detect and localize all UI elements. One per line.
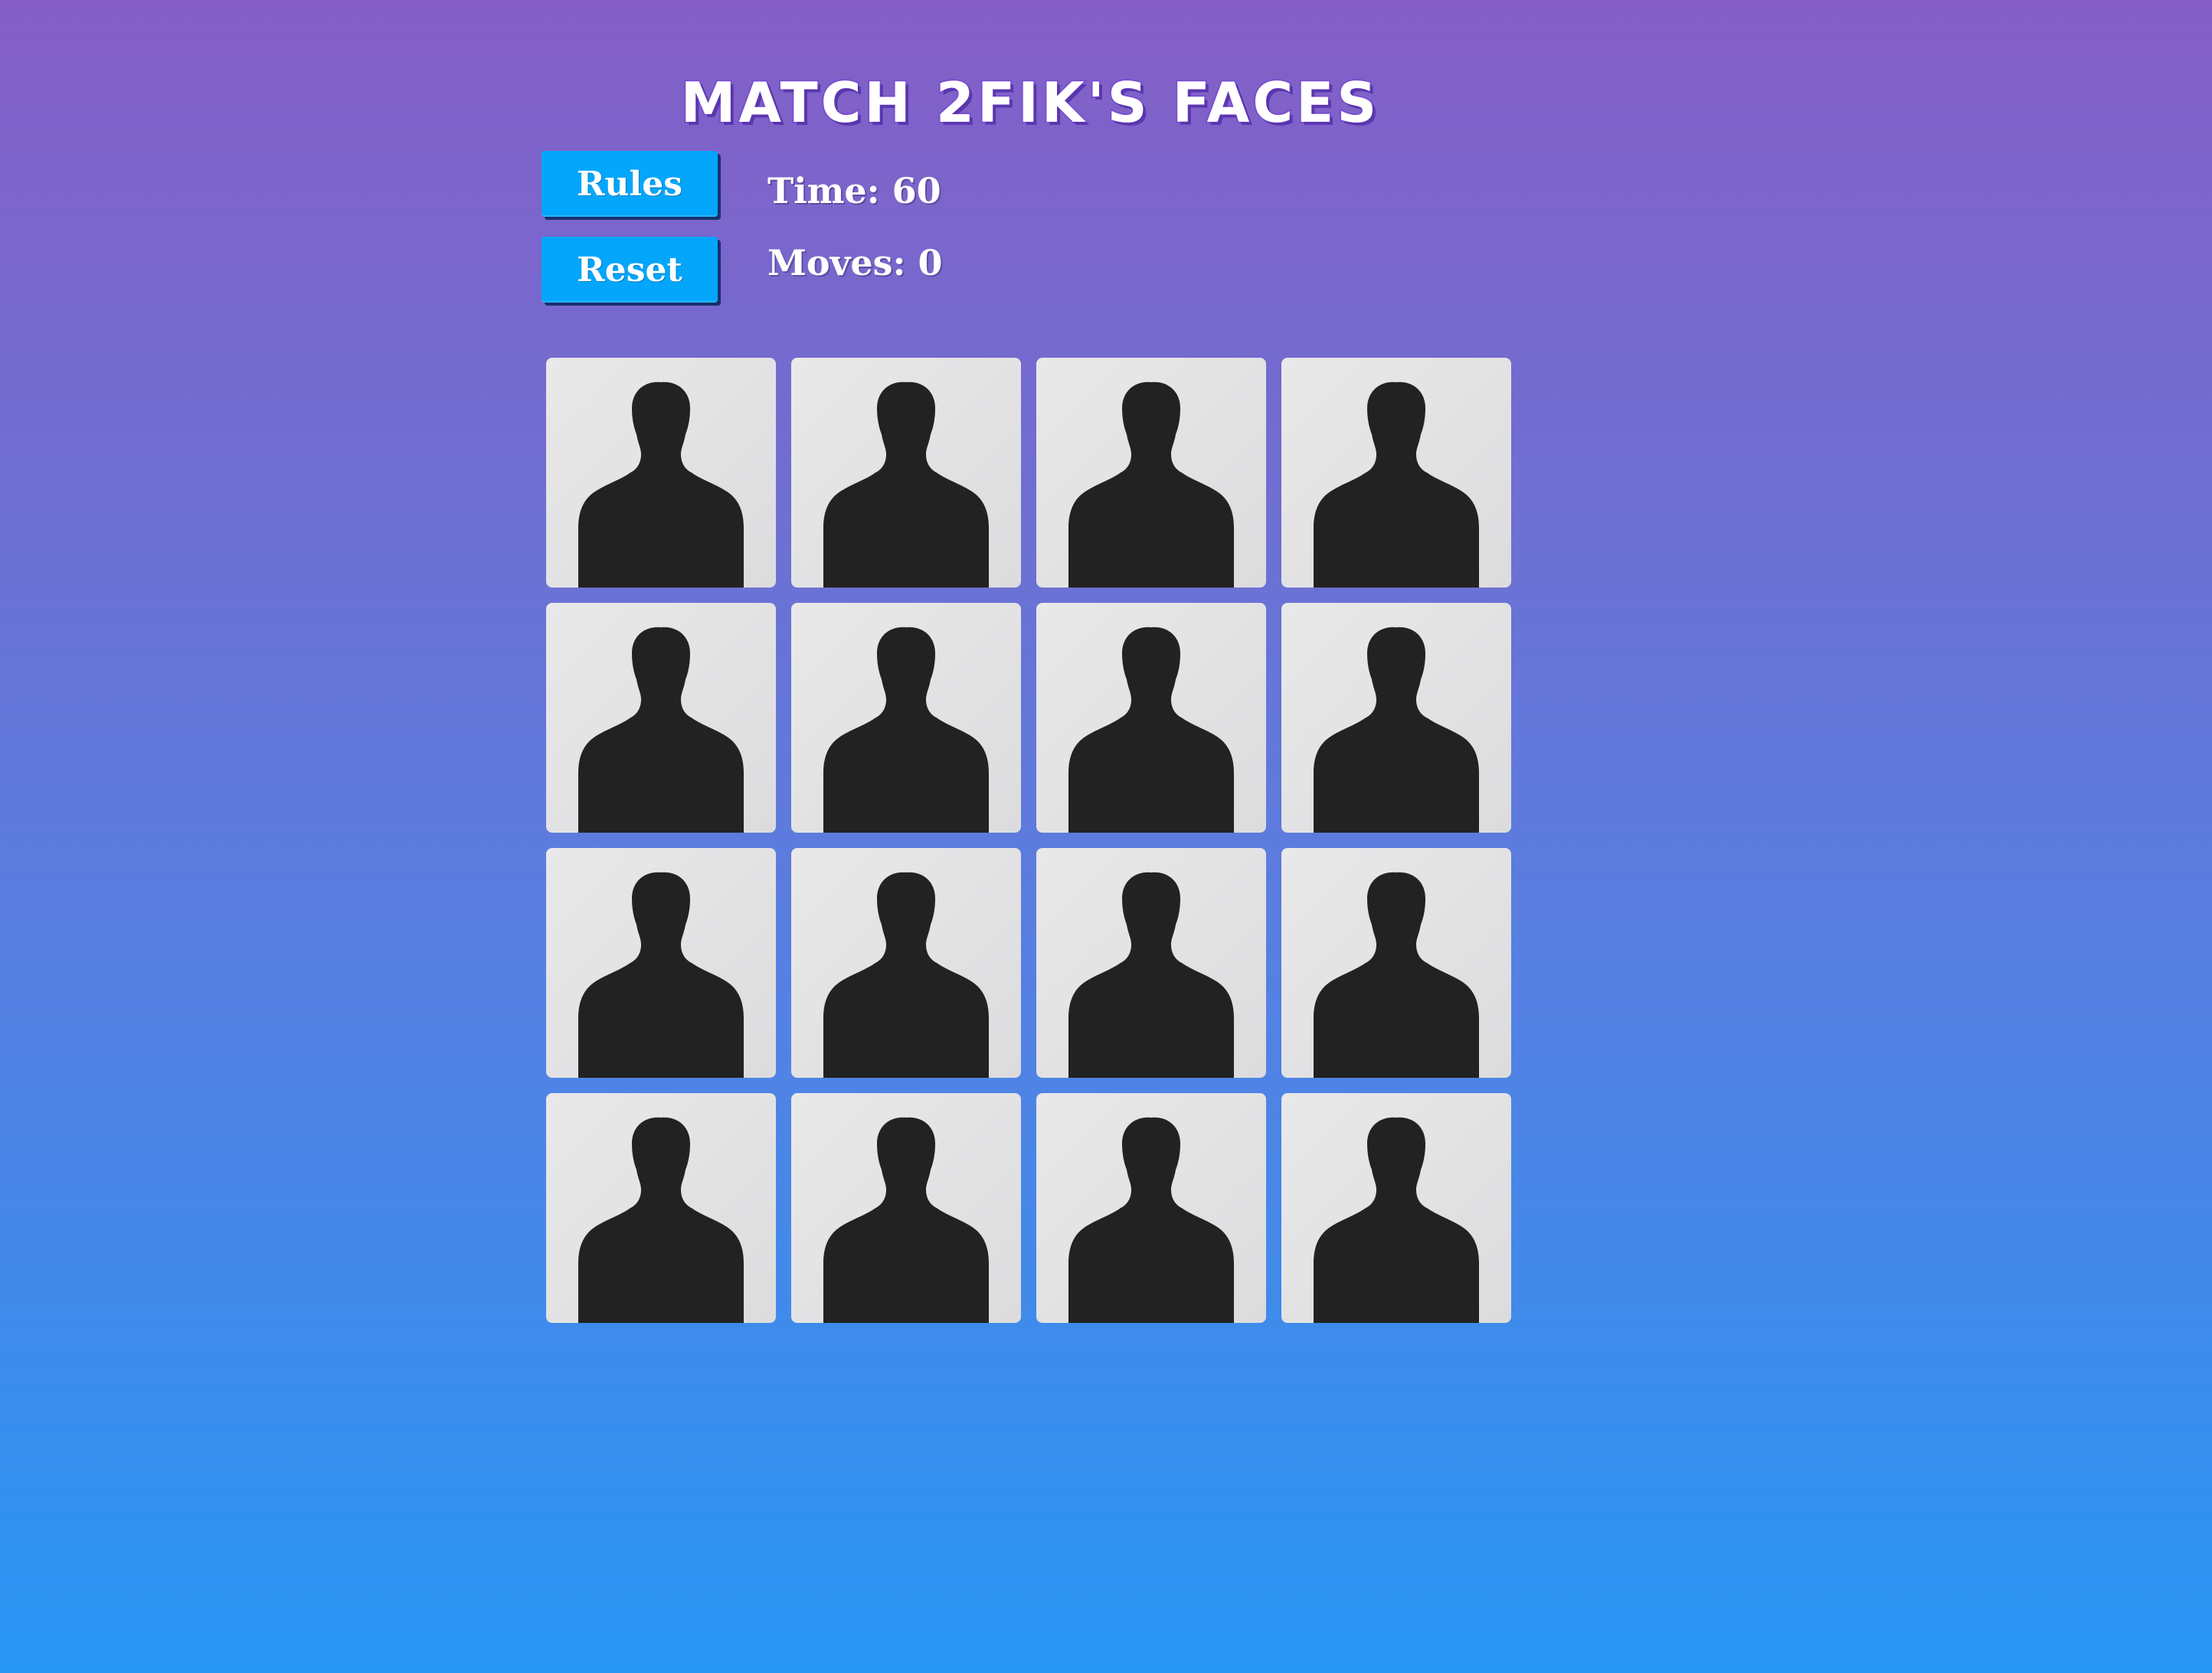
silhouette-icon: [823, 381, 989, 588]
memory-card[interactable]: [1036, 603, 1266, 833]
card-grid: [546, 358, 1511, 1323]
silhouette-icon: [1314, 381, 1479, 588]
silhouette-icon: [1068, 627, 1234, 833]
silhouette-icon: [1314, 1117, 1479, 1323]
silhouette-icon: [578, 1117, 744, 1323]
memory-card[interactable]: [791, 1093, 1021, 1323]
memory-card[interactable]: [1036, 848, 1266, 1078]
memory-card[interactable]: [546, 848, 776, 1078]
silhouette-icon: [1314, 872, 1479, 1078]
memory-card[interactable]: [791, 848, 1021, 1078]
time-counter: Time: 60: [767, 170, 941, 211]
memory-card[interactable]: [1036, 358, 1266, 588]
silhouette-icon: [823, 872, 989, 1078]
reset-button[interactable]: Reset: [542, 237, 718, 303]
silhouette-icon: [578, 627, 744, 833]
silhouette-icon: [823, 627, 989, 833]
memory-card[interactable]: [791, 603, 1021, 833]
memory-card[interactable]: [546, 1093, 776, 1323]
memory-card[interactable]: [546, 603, 776, 833]
silhouette-icon: [1314, 627, 1479, 833]
silhouette-icon: [578, 381, 744, 588]
silhouette-icon: [823, 1117, 989, 1323]
silhouette-icon: [1068, 381, 1234, 588]
memory-card[interactable]: [1281, 1093, 1511, 1323]
silhouette-icon: [578, 872, 744, 1078]
moves-counter: Moves: 0: [767, 242, 943, 283]
game-title: Match 2fik's Faces: [679, 70, 1380, 136]
rules-button[interactable]: Rules: [542, 151, 718, 217]
memory-card[interactable]: [791, 358, 1021, 588]
silhouette-icon: [1068, 1117, 1234, 1323]
memory-card[interactable]: [1281, 603, 1511, 833]
memory-card[interactable]: [1281, 358, 1511, 588]
silhouette-icon: [1068, 872, 1234, 1078]
memory-card[interactable]: [1281, 848, 1511, 1078]
memory-card[interactable]: [546, 358, 776, 588]
memory-card[interactable]: [1036, 1093, 1266, 1323]
